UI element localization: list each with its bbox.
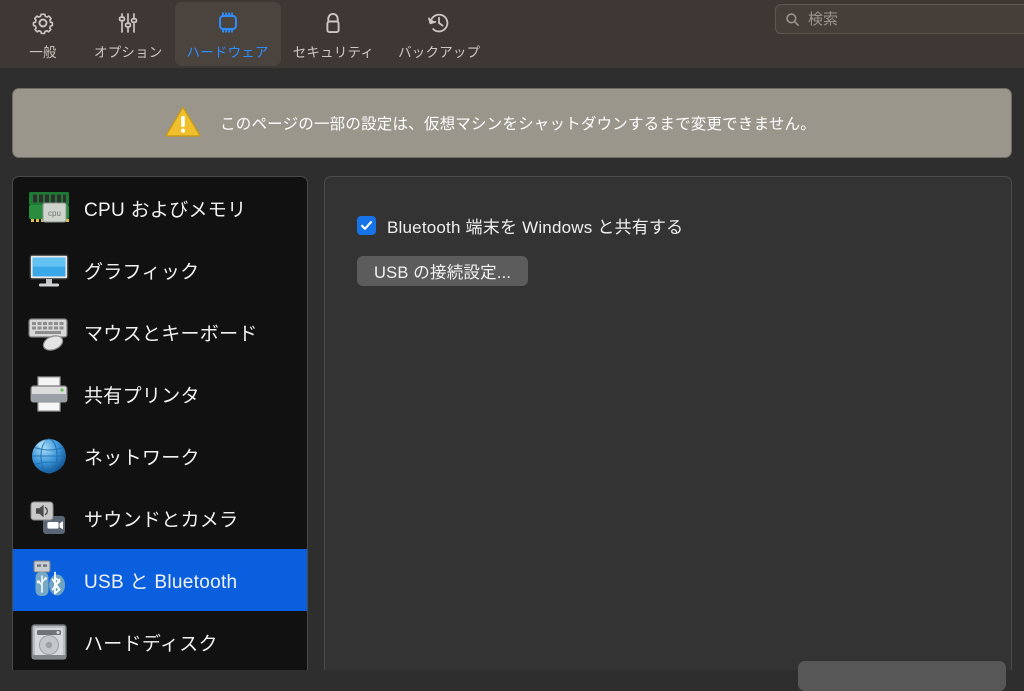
share-bluetooth-label: Bluetooth 端末を Windows と共有する	[387, 218, 684, 237]
sliders-icon	[114, 8, 142, 38]
search-field[interactable]	[775, 4, 1024, 34]
svg-text:cpu: cpu	[48, 209, 61, 218]
tab-backup[interactable]: バックアップ	[386, 2, 492, 66]
toolbar-tab-group: 一般 オプション ハードウェア セキュリティ バックアップ	[0, 0, 492, 66]
sidebar-item-graphics-label: グラフィック	[84, 261, 200, 283]
usb-bluetooth-icon	[23, 556, 75, 604]
sidebar-item-usb-bluetooth[interactable]: USB と Bluetooth	[13, 549, 307, 611]
checkmark-icon	[360, 221, 373, 230]
usb-connection-settings-button[interactable]: USB の接続設定...	[357, 256, 529, 286]
toolbar: 一般 オプション ハードウェア セキュリティ バックアップ 検索	[0, 0, 1024, 68]
tab-general[interactable]: 一般	[4, 2, 82, 66]
warning-triangle-icon	[164, 104, 202, 143]
hard-disk-icon	[23, 618, 75, 666]
sidebar-item-network[interactable]: ネットワーク	[13, 425, 307, 487]
cpu-memory-icon: cpu	[23, 184, 75, 232]
tab-security[interactable]: セキュリティ	[281, 2, 386, 66]
lock-icon	[319, 8, 347, 38]
share-bluetooth-checkbox[interactable]	[357, 216, 376, 235]
clock-rewind-icon	[425, 8, 453, 38]
warning-banner: このページの一部の設定は、仮想マシンをシャットダウンするまで変更できません。	[12, 88, 1012, 158]
warning-banner-text: このページの一部の設定は、仮想マシンをシャットダウンするまで変更できません。	[220, 116, 816, 133]
sidebar-item-shared-printer[interactable]: 共有プリンタ	[13, 363, 307, 425]
search-icon	[785, 12, 800, 27]
hardware-settings-panel: Bluetooth 端末を Windows と共有する USB の接続設定...	[324, 176, 1012, 691]
sidebar-item-graphics[interactable]: グラフィック	[13, 239, 307, 301]
tab-options[interactable]: オプション	[82, 2, 175, 66]
sidebar-item-usb-bluetooth-label: USB と Bluetooth	[84, 571, 238, 593]
preferences-window: 一般 オプション ハードウェア セキュリティ バックアップ 検索 このページの一…	[0, 0, 1024, 691]
sidebar-item-hard-disk-label: ハードディスク	[84, 633, 218, 655]
tab-security-label: セキュリティ	[292, 45, 375, 60]
globe-network-icon	[23, 432, 75, 480]
gear-icon	[29, 8, 57, 38]
tab-hardware-label: ハードウェア	[186, 45, 269, 60]
tab-general-label: 一般	[29, 45, 57, 60]
display-monitor-icon	[23, 246, 75, 294]
sidebar-item-cpu-memory[interactable]: cpu CPU およびメモリ	[13, 177, 307, 239]
share-bluetooth-row[interactable]: Bluetooth 端末を Windows と共有する	[357, 213, 683, 238]
printer-icon	[23, 370, 75, 418]
tab-backup-label: バックアップ	[398, 45, 481, 60]
sidebar-item-network-label: ネットワーク	[84, 447, 200, 469]
sidebar-item-sound-camera-label: サウンドとカメラ	[84, 509, 239, 531]
hardware-sidebar[interactable]: cpu CPU およびメモリ グラフィック マウスとキーボード 共有プリンタ ネ…	[12, 176, 308, 670]
sidebar-item-shared-printer-label: 共有プリンタ	[84, 385, 200, 407]
sidebar-item-cpu-memory-label: CPU およびメモリ	[84, 199, 247, 221]
sidebar-item-mouse-keyboard[interactable]: マウスとキーボード	[13, 301, 307, 363]
sidebar-item-hard-disk[interactable]: ハードディスク	[13, 611, 307, 670]
cpu-chip-icon	[213, 8, 243, 38]
mouse-keyboard-icon	[23, 308, 75, 356]
panel-bottom-button[interactable]	[798, 661, 1006, 691]
sidebar-item-sound-camera[interactable]: サウンドとカメラ	[13, 487, 307, 549]
speaker-camera-icon	[23, 494, 75, 542]
sidebar-item-mouse-keyboard-label: マウスとキーボード	[84, 323, 258, 345]
tab-hardware[interactable]: ハードウェア	[174, 2, 281, 66]
search-input[interactable]	[808, 10, 1008, 28]
tab-options-label: オプション	[94, 45, 163, 60]
